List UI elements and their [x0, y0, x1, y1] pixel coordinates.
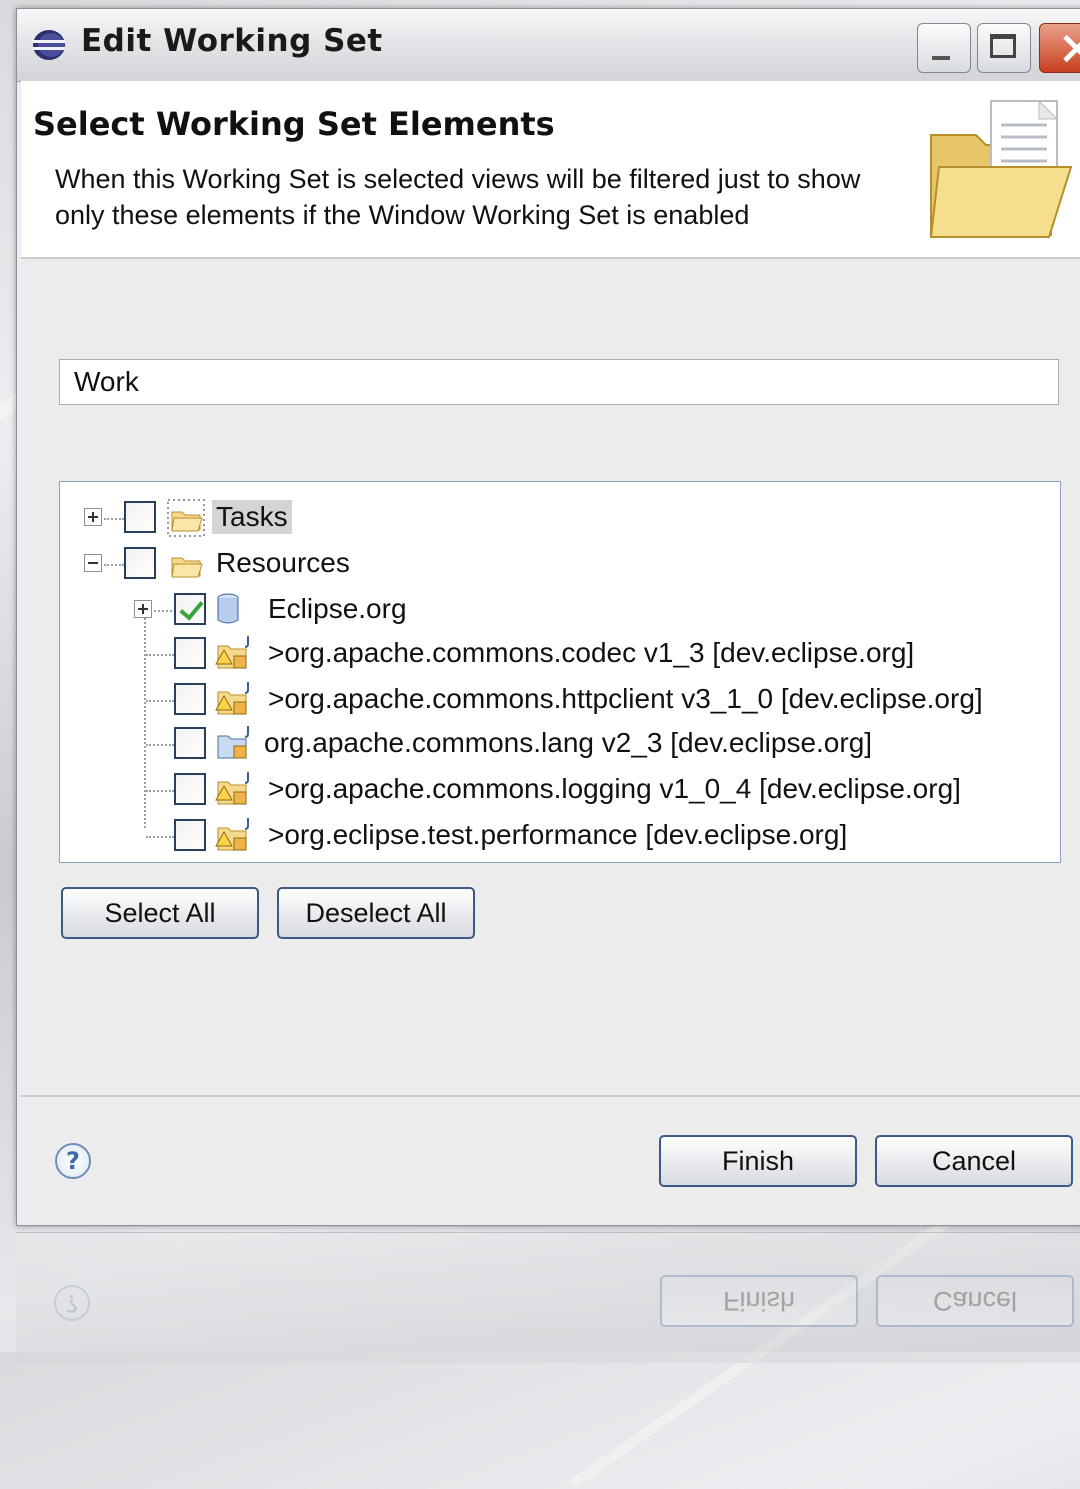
tree-item-label[interactable]: Eclipse.org	[264, 592, 411, 626]
tree-item-label[interactable]: >org.apache.commons.httpclient v3_1_0 [d…	[264, 682, 987, 716]
open-folder-icon	[929, 99, 1073, 238]
folder-icon	[171, 557, 203, 578]
java-project-warning-icon	[215, 772, 249, 805]
minimize-icon[interactable]	[917, 23, 971, 73]
help-icon[interactable]: ?	[55, 1143, 91, 1179]
tree-item-test-performance[interactable]: >org.eclipse.test.performance [dev.eclip…	[60, 814, 1060, 858]
tree-item-checkbox[interactable]	[174, 593, 206, 625]
tree-item-label[interactable]: >org.apache.commons.codec v1_3 [dev.ecli…	[264, 636, 918, 670]
tree-item-label[interactable]: org.apache.commons.lang v2_3 [dev.eclips…	[260, 726, 876, 760]
tree-item-resources[interactable]: Resources	[60, 542, 1060, 586]
wizard-header: Select Working Set Elements When this Wo…	[21, 81, 1080, 259]
tree-item-checkbox[interactable]	[174, 637, 206, 669]
cancel-button[interactable]: Cancel	[875, 1135, 1073, 1187]
page-description: When this Working Set is selected views …	[55, 164, 861, 230]
tree-item-checkbox[interactable]	[174, 773, 206, 805]
folder-icon	[167, 499, 205, 537]
java-project-warning-icon	[215, 636, 249, 669]
help-icon-reflection: ?	[54, 1285, 90, 1321]
cancel-button-reflection: Cancel	[876, 1275, 1074, 1327]
select-all-button[interactable]: Select All	[61, 887, 259, 939]
tree-item-label[interactable]: >org.eclipse.test.performance [dev.eclip…	[264, 818, 851, 852]
tree-item-eclipse-org[interactable]: Eclipse.org	[60, 588, 1060, 632]
collapse-icon[interactable]	[84, 554, 102, 572]
window-title: Edit Working Set	[81, 23, 383, 59]
tree-item-commons-logging[interactable]: >org.apache.commons.logging v1_0_4 [dev.…	[60, 768, 1060, 812]
edit-working-set-dialog: Edit Working Set Select Working Set Elem…	[16, 8, 1080, 1226]
tree-item-checkbox[interactable]	[174, 819, 206, 851]
working-set-name-input[interactable]	[59, 359, 1059, 405]
eclipse-icon	[33, 30, 65, 60]
maximize-icon[interactable]	[977, 23, 1031, 73]
tree-item-checkbox[interactable]	[174, 727, 206, 759]
deselect-all-button[interactable]: Deselect All	[277, 887, 475, 939]
expand-icon[interactable]	[134, 600, 152, 618]
page-title: Select Working Set Elements	[33, 105, 555, 143]
close-icon[interactable]	[1039, 23, 1080, 73]
java-project-warning-icon	[215, 818, 249, 851]
expand-icon[interactable]	[84, 508, 102, 526]
working-set-elements-tree[interactable]: Tasks Resources Eclipse.org >org.apache.…	[59, 481, 1061, 863]
tree-item-label[interactable]: Resources	[212, 546, 354, 580]
finish-button-reflection: Finish	[660, 1275, 858, 1327]
finish-button[interactable]: Finish	[659, 1135, 857, 1187]
tree-item-checkbox[interactable]	[174, 683, 206, 715]
java-project-warning-icon	[215, 682, 249, 715]
window-reflection: ? Finish Cancel	[16, 1232, 1080, 1363]
java-project-icon	[217, 726, 249, 759]
tree-item-commons-codec[interactable]: >org.apache.commons.codec v1_3 [dev.ecli…	[60, 632, 1060, 676]
tree-item-checkbox[interactable]	[124, 501, 156, 533]
tree-item-commons-httpclient[interactable]: >org.apache.commons.httpclient v3_1_0 [d…	[60, 678, 1060, 722]
tree-item-tasks[interactable]: Tasks	[60, 496, 1060, 540]
tree-item-commons-lang[interactable]: org.apache.commons.lang v2_3 [dev.eclips…	[60, 722, 1060, 766]
tree-item-label[interactable]: >org.apache.commons.logging v1_0_4 [dev.…	[264, 772, 965, 806]
tree-item-checkbox[interactable]	[124, 547, 156, 579]
footer-divider	[21, 1095, 1080, 1097]
repository-icon	[217, 593, 239, 624]
tree-item-label[interactable]: Tasks	[212, 500, 292, 534]
title-bar[interactable]: Edit Working Set	[17, 9, 1080, 82]
